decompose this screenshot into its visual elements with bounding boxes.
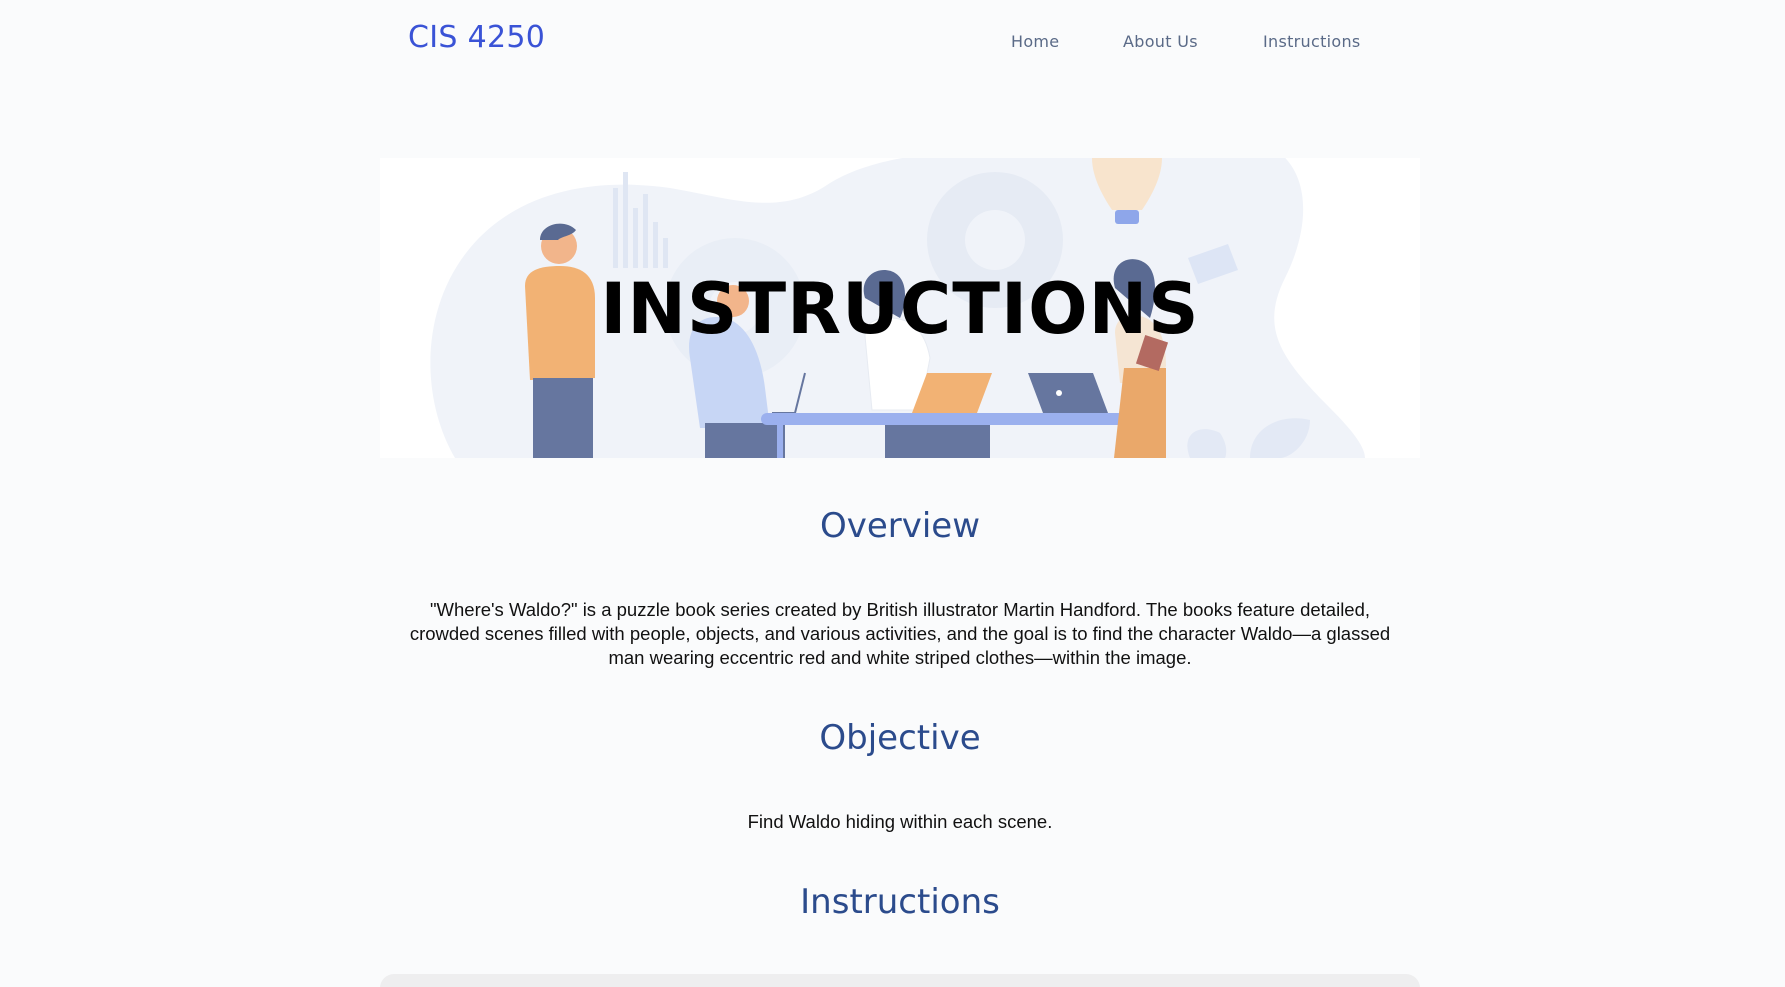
overview-heading: Overview — [819, 506, 981, 546]
nav-link-instructions[interactable]: Instructions — [1263, 32, 1361, 51]
nav-link-home[interactable]: Home — [1011, 32, 1059, 51]
instructions-panel — [380, 974, 1420, 987]
instructions-heading: Instructions — [800, 882, 1000, 922]
objective-heading: Objective — [819, 718, 981, 758]
overview-text: "Where's Waldo?" is a puzzle book series… — [409, 599, 1391, 668]
top-nav: Home About Us Instructions — [0, 32, 1785, 56]
objective-text: Find Waldo hiding within each scene. — [747, 811, 1053, 832]
hero-title: INSTRUCTIONS — [600, 268, 1200, 350]
hero-banner: INSTRUCTIONS — [380, 158, 1420, 458]
nav-link-about-us[interactable]: About Us — [1123, 32, 1198, 51]
page: CIS 4250 Home About Us Instructions INST… — [0, 0, 1785, 987]
